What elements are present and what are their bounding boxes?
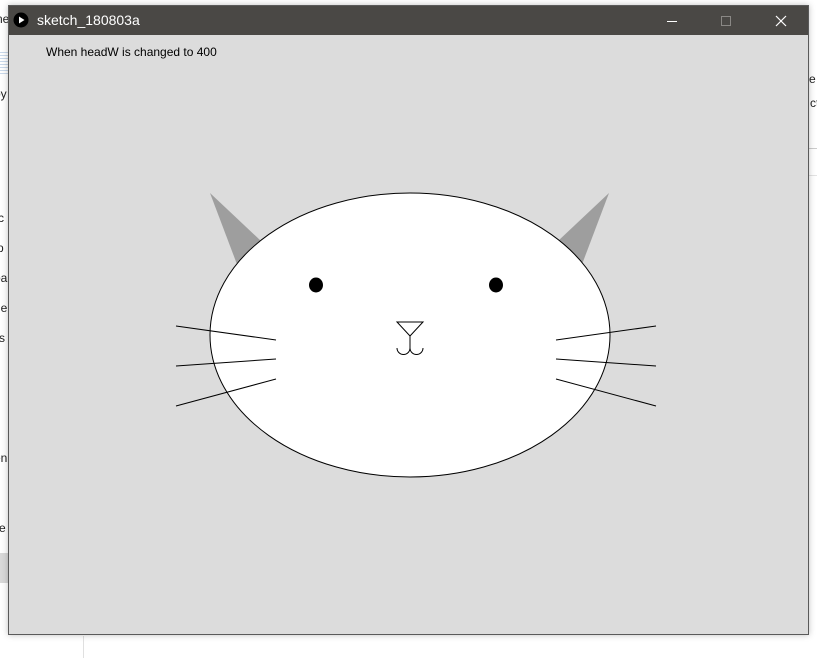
minimize-icon [667, 20, 677, 22]
window-title: sketch_180803a [37, 12, 140, 28]
left-eye [309, 277, 323, 293]
background-divider [809, 175, 817, 176]
background-text-fragment: ct [810, 96, 817, 110]
background-text-fragment: p [0, 241, 4, 255]
title-bar[interactable]: sketch_180803a [9, 6, 808, 35]
maximize-icon [721, 15, 731, 26]
right-eye [489, 277, 503, 293]
desktop: ne oy c p oa ne s en e e ct sketch_18080… [0, 0, 817, 658]
close-icon [775, 15, 787, 26]
background-text-fragment: oa [0, 271, 8, 285]
sketch-canvas[interactable]: When headW is changed to 400 [9, 35, 808, 634]
minimize-button[interactable] [645, 6, 699, 35]
background-text-fragment: e [809, 72, 816, 86]
background-divider [83, 636, 84, 658]
background-text-fragment: oy [0, 87, 7, 101]
background-text-fragment: e [0, 521, 6, 535]
sketch-window: sketch_180803a When headW is changed to … [8, 5, 809, 635]
background-text-fragment: c [0, 211, 4, 225]
background-divider [809, 148, 817, 149]
maximize-button[interactable] [699, 6, 753, 35]
background-text-fragment: s [0, 331, 5, 345]
background-text-fragment: en [0, 451, 8, 465]
play-icon [13, 12, 29, 28]
cat-drawing [175, 192, 657, 478]
background-text-fragment: ne [0, 301, 8, 315]
close-button[interactable] [754, 6, 808, 35]
